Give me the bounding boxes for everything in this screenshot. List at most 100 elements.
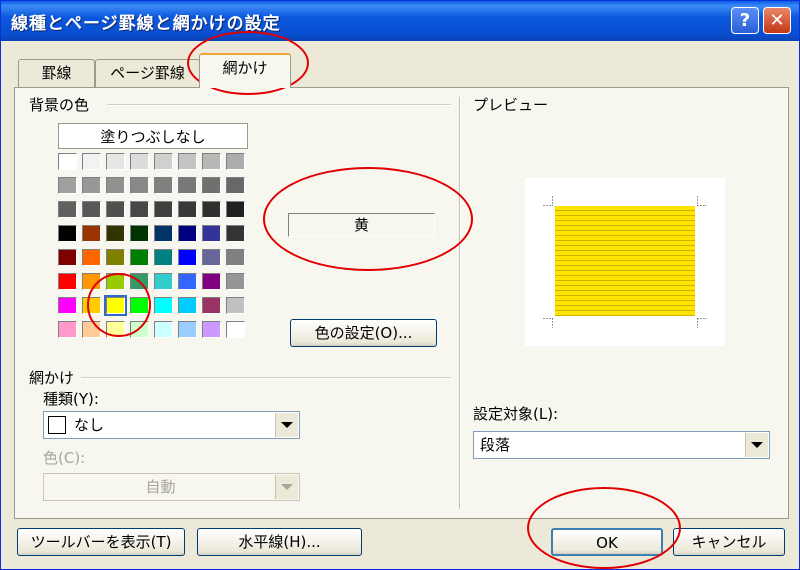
color-swatch[interactable] [154,177,173,194]
close-icon[interactable]: ✕ [763,7,791,34]
color-swatch[interactable] [130,321,149,338]
color-swatch[interactable] [58,321,77,338]
more-colors-button[interactable]: 色の設定(O)... [290,319,437,347]
color-swatch[interactable] [106,321,125,338]
chevron-down-icon[interactable] [275,413,298,437]
color-swatch[interactable] [154,225,173,242]
color-swatch[interactable] [202,177,221,194]
color-swatch[interactable] [178,153,197,170]
color-swatch[interactable] [154,201,173,218]
crop-mark-icon [697,196,707,206]
color-swatch[interactable] [202,225,221,242]
color-swatch[interactable] [82,177,101,194]
color-swatch[interactable] [58,177,77,194]
color-swatch[interactable] [154,273,173,290]
color-swatch[interactable] [178,201,197,218]
shading-style-value: なし [74,416,105,434]
color-swatch[interactable] [178,297,197,314]
horizontal-line-button[interactable]: 水平線(H)... [197,528,362,556]
tab-shading[interactable]: 網かけ [199,53,291,88]
chevron-down-icon[interactable] [275,475,298,499]
vertical-divider [459,97,461,509]
color-swatch[interactable] [130,153,149,170]
crop-mark-icon [697,318,707,328]
color-swatch[interactable] [154,321,173,338]
color-swatch[interactable] [226,177,245,194]
apply-to-label: 設定対象(L): [473,405,559,423]
chevron-down-icon[interactable] [745,433,768,457]
color-swatch[interactable] [106,201,125,218]
color-swatch[interactable] [130,177,149,194]
crop-mark-icon [543,318,553,328]
pattern-swatch [48,416,66,434]
color-swatch[interactable] [154,153,173,170]
color-swatch[interactable] [226,249,245,266]
tab-page-border[interactable]: ページ罫線 [95,59,200,87]
background-color-group-label: 背景の色 [29,96,90,114]
color-swatch[interactable] [178,177,197,194]
color-swatch[interactable] [226,201,245,218]
group-divider [81,377,451,379]
color-swatch[interactable] [130,249,149,266]
group-divider [107,104,451,106]
color-swatch[interactable] [154,297,173,314]
color-swatch[interactable] [226,297,245,314]
color-swatch[interactable] [58,249,77,266]
color-swatch[interactable] [82,321,101,338]
color-swatch[interactable] [130,225,149,242]
color-swatch[interactable] [82,201,101,218]
color-swatch[interactable] [58,153,77,170]
shading-color-value: 自動 [145,478,176,496]
color-swatch[interactable] [202,297,221,314]
color-swatch[interactable] [178,321,197,338]
color-swatch[interactable] [106,153,125,170]
no-fill-button[interactable]: 塗りつぶしなし [58,123,248,149]
color-swatch[interactable] [130,273,149,290]
color-swatch[interactable] [178,273,197,290]
shading-style-select[interactable]: なし [43,411,300,439]
shading-color-label: 色(C): [43,449,86,467]
tab-borders[interactable]: 罫線 [18,59,95,87]
color-swatch[interactable] [106,177,125,194]
color-swatch[interactable] [226,321,245,338]
cancel-button[interactable]: キャンセル [673,528,785,556]
color-swatch[interactable] [202,273,221,290]
color-swatch[interactable] [226,273,245,290]
color-swatch[interactable] [178,249,197,266]
color-swatch[interactable] [58,297,77,314]
title-bar[interactable]: 線種とページ罫線と網かけの設定 ? ✕ [1,1,799,41]
apply-to-select[interactable]: 段落 [473,431,770,459]
ok-button[interactable]: OK [551,528,663,556]
color-swatch[interactable] [226,225,245,242]
color-swatch[interactable] [82,225,101,242]
color-swatch[interactable] [202,249,221,266]
color-swatch[interactable] [58,201,77,218]
color-swatch[interactable] [106,225,125,242]
preview-area [525,178,725,346]
shading-group-label: 網かけ [29,369,75,387]
shading-color-select[interactable]: 自動 [43,473,300,501]
color-swatch[interactable] [82,297,101,314]
crop-mark-icon [543,196,553,206]
color-swatch[interactable] [178,225,197,242]
color-swatch[interactable] [130,201,149,218]
color-swatch[interactable] [106,273,125,290]
color-swatch[interactable] [106,249,125,266]
color-swatch[interactable] [226,153,245,170]
color-swatch[interactable] [202,321,221,338]
color-swatch[interactable] [82,273,101,290]
color-swatch[interactable] [58,273,77,290]
color-swatch[interactable] [58,225,77,242]
color-swatch[interactable] [130,297,149,314]
color-swatch[interactable] [202,201,221,218]
color-swatch[interactable] [82,153,101,170]
color-swatch[interactable] [104,295,127,316]
shading-style-label: 種類(Y): [43,390,99,408]
preview-label: プレビュー [473,96,549,114]
color-swatch[interactable] [154,249,173,266]
color-swatch[interactable] [82,249,101,266]
show-toolbar-button[interactable]: ツールバーを表示(T) [17,528,185,556]
dialog-title: 線種とページ罫線と網かけの設定 [11,14,281,34]
color-swatch[interactable] [202,153,221,170]
help-icon[interactable]: ? [731,7,759,34]
